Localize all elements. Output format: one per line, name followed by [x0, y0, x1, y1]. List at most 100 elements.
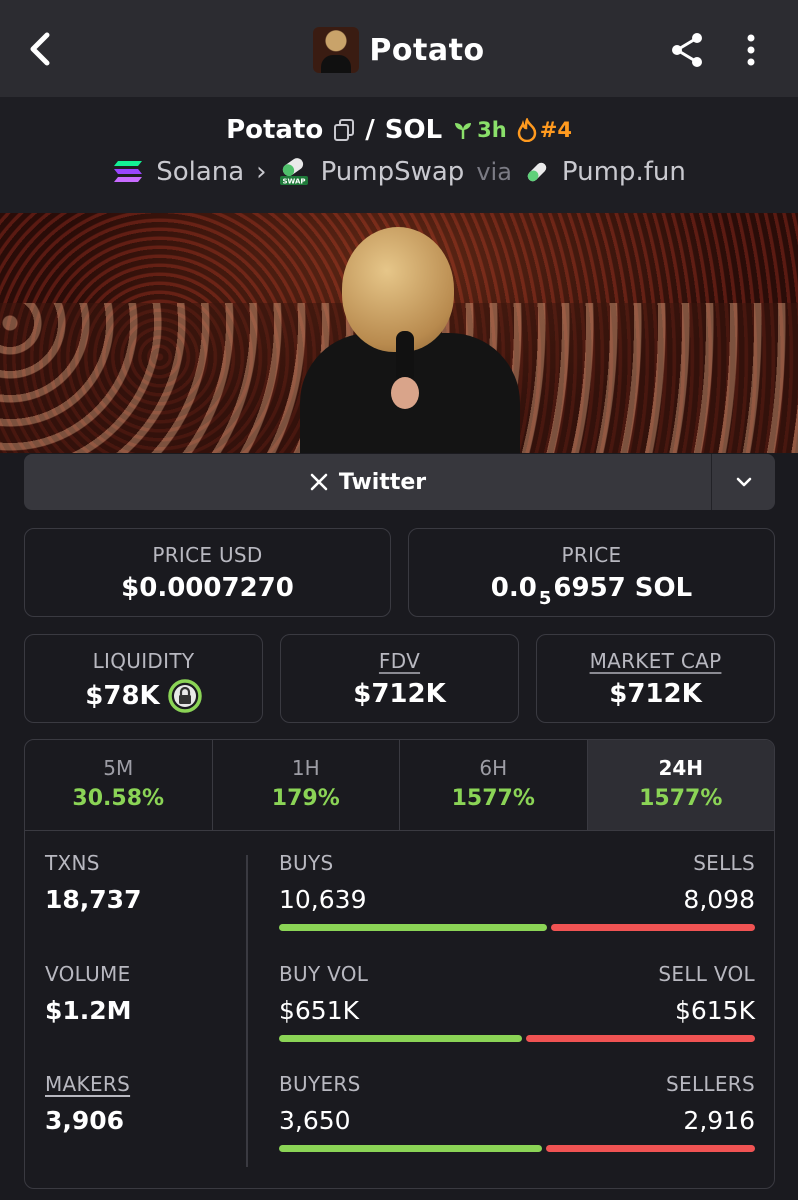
- sellers-label: SELLERS: [666, 1072, 755, 1096]
- tab-6h[interactable]: 6H 1577%: [400, 740, 588, 830]
- buys-sells-ratio-bar: [279, 924, 755, 931]
- buyers-value: 3,650: [279, 1106, 351, 1135]
- price-native-suffix: 6957 SOL: [553, 573, 693, 603]
- buys-value: 10,639: [279, 885, 367, 914]
- age-badge: 3h: [452, 118, 507, 142]
- buy-vol-label: BUY VOL: [279, 962, 369, 986]
- pair-separator: /: [365, 115, 375, 145]
- sprout-icon: [455, 123, 472, 139]
- tab-label: 6H: [479, 756, 508, 780]
- sells-label: SELLS: [693, 851, 755, 875]
- tab-change: 30.58%: [72, 786, 165, 811]
- app-bar: Potato: [0, 0, 798, 97]
- fdv-card: FDV $712K: [280, 634, 519, 723]
- buyers-bar: [279, 1145, 542, 1152]
- makers-stat: MAKERS 3,906: [45, 1072, 130, 1135]
- chevron-right-icon: ›: [256, 157, 267, 187]
- share-icon: [672, 33, 702, 67]
- twitter-link-button[interactable]: Twitter: [24, 454, 711, 510]
- liquidity-value-row: $78K: [25, 679, 262, 713]
- token-banner-image: [0, 213, 798, 453]
- price-usd-card: PRICE USD $0.0007270: [24, 528, 391, 617]
- buys-sells-stat: BUYS SELLS 10,639 8,098: [279, 851, 755, 931]
- trade-stats: TXNS 18,737 VOLUME $1.2M MAKERS 3,906 BU…: [25, 831, 774, 1188]
- pumpswap-icon: SWAP: [279, 158, 308, 186]
- pair-header: Potato / SOL 3h #4 Solana › SWAP PumpSwa…: [0, 97, 798, 213]
- sells-bar: [551, 924, 755, 931]
- lock-icon[interactable]: [167, 679, 202, 713]
- quote-token-name: SOL: [384, 115, 443, 145]
- sell-vol-value: $615K: [674, 996, 755, 1025]
- buys-label: BUYS: [279, 851, 334, 875]
- volume-stat: VOLUME $1.2M: [45, 962, 132, 1025]
- rank-value: #4: [539, 118, 572, 142]
- liquidity-value: $78K: [85, 681, 160, 711]
- price-usd-label: PRICE USD: [152, 543, 263, 567]
- timeframe-stats-panel: 5M 30.58% 1H 179% 6H 1577% 24H 1577% TXN…: [24, 739, 775, 1189]
- sellers-bar: [546, 1145, 755, 1152]
- buyers-sellers-ratio-bar: [279, 1145, 755, 1152]
- stats-divider: [246, 855, 248, 1167]
- tab-label: 1H: [291, 756, 320, 780]
- market-cap-card: MARKET CAP $712K: [536, 634, 775, 723]
- fdv-label[interactable]: FDV: [281, 649, 518, 673]
- chain-name[interactable]: Solana: [156, 157, 244, 187]
- more-options-button[interactable]: [732, 28, 770, 72]
- x-logo-icon: [310, 473, 328, 491]
- base-token-name: Potato: [226, 115, 324, 145]
- sellers-value: 2,916: [683, 1106, 755, 1135]
- chain-dex-row: Solana › SWAP PumpSwap via Pump.fun: [0, 153, 798, 191]
- makers-value: 3,906: [45, 1106, 125, 1135]
- price-usd-value: $0.0007270: [121, 573, 294, 603]
- buy-sell-volume-ratio-bar: [279, 1035, 755, 1042]
- twitter-label: Twitter: [338, 469, 427, 495]
- liquidity-card: LIQUIDITY $78K: [24, 634, 263, 723]
- makers-label[interactable]: MAKERS: [45, 1072, 130, 1096]
- txns-label: TXNS: [45, 851, 100, 875]
- tab-change: 1577%: [639, 786, 723, 811]
- buys-bar: [279, 924, 547, 931]
- buy-sell-volume-stat: BUY VOL SELL VOL $651K $615K: [279, 962, 755, 1042]
- sell-vol-bar: [526, 1035, 755, 1042]
- buyers-label: BUYERS: [279, 1072, 361, 1096]
- price-native-value: 0.0 5 6957 SOL: [409, 573, 774, 609]
- solana-icon: [114, 161, 143, 182]
- market-cap-label[interactable]: MARKET CAP: [537, 649, 774, 673]
- social-links-bar: Twitter: [24, 454, 775, 510]
- token-avatar: [313, 27, 360, 73]
- trending-rank-badge[interactable]: #4: [517, 118, 572, 142]
- fdv-value: $712K: [353, 679, 446, 709]
- sell-vol-label: SELL VOL: [658, 962, 755, 986]
- social-dropdown-button[interactable]: [711, 454, 775, 510]
- buyers-sellers-stat: BUYERS SELLERS 3,650 2,916: [279, 1072, 755, 1152]
- tab-1h[interactable]: 1H 179%: [213, 740, 400, 830]
- launchpad-name[interactable]: Pump.fun: [562, 157, 686, 187]
- tab-24h[interactable]: 24H 1577%: [587, 740, 774, 830]
- svg-text:SWAP: SWAP: [282, 178, 305, 186]
- buy-vol-value: $651K: [279, 996, 360, 1025]
- share-button[interactable]: [666, 28, 710, 72]
- volume-value: $1.2M: [45, 996, 132, 1025]
- liquidity-label: LIQUIDITY: [92, 649, 195, 673]
- via-label: via: [476, 158, 512, 186]
- price-native-prefix: 0.0: [490, 573, 537, 603]
- dex-name[interactable]: PumpSwap: [321, 157, 465, 187]
- flame-icon: [517, 118, 536, 142]
- chevron-down-icon: [736, 477, 751, 487]
- more-vertical-icon: [747, 34, 755, 66]
- tab-change: 1577%: [451, 786, 535, 811]
- price-native-card: PRICE 0.0 5 6957 SOL: [408, 528, 775, 617]
- microphone-icon: [391, 331, 419, 409]
- txns-stat: TXNS 18,737: [45, 851, 141, 914]
- timeframe-tabs: 5M 30.58% 1H 179% 6H 1577% 24H 1577%: [25, 740, 774, 831]
- tab-5m[interactable]: 5M 30.58%: [25, 740, 213, 830]
- volume-label: VOLUME: [45, 962, 131, 986]
- copy-icon[interactable]: [333, 118, 355, 142]
- txns-value: 18,737: [45, 885, 142, 914]
- tab-change: 179%: [271, 786, 340, 811]
- age-value: 3h: [477, 118, 507, 142]
- app-title: Potato: [369, 32, 485, 68]
- price-native-label: PRICE: [561, 543, 622, 567]
- price-native-zero-count: 5: [538, 587, 552, 609]
- pill-icon: [527, 162, 547, 182]
